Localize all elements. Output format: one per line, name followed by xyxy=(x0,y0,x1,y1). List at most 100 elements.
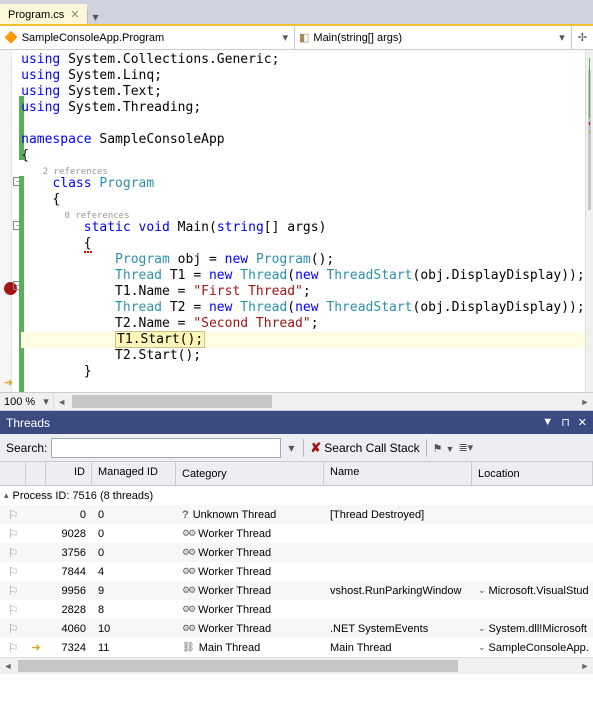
column-name[interactable]: Name xyxy=(324,462,472,485)
scrollbar-thumb[interactable] xyxy=(18,660,458,672)
separator xyxy=(426,439,427,457)
gear-icon: ⚙⚙ xyxy=(182,528,194,539)
thread-name: vshost.RunParkingWindow xyxy=(324,585,472,597)
button-label: Search Call Stack xyxy=(324,441,419,455)
chevron-down-icon[interactable]: ⌄ xyxy=(478,642,486,653)
flag-icon[interactable]: ⚐ xyxy=(8,527,19,541)
vertical-scrollbar[interactable] xyxy=(585,50,593,392)
gear-icon: ⚙⚙ xyxy=(182,623,194,634)
scroll-marker xyxy=(589,130,590,133)
gear-icon: ⚙⚙ xyxy=(182,566,194,577)
horizontal-scrollbar[interactable]: ◄ ► xyxy=(53,393,593,410)
flag-icon[interactable]: ⚐ xyxy=(8,584,19,598)
managed-id: 8 xyxy=(92,604,176,616)
chevron-down-icon[interactable]: ⌄ xyxy=(478,585,486,596)
thread-id: 2828 xyxy=(46,604,92,616)
scroll-left-icon[interactable]: ◄ xyxy=(0,658,16,674)
chevron-down-icon[interactable]: ▾ xyxy=(553,31,571,44)
managed-id: 9 xyxy=(92,585,176,597)
close-icon[interactable]: ✕ xyxy=(578,416,587,429)
flag-icon[interactable]: ⚐ xyxy=(8,508,19,522)
collapse-icon[interactable]: ▴ xyxy=(4,490,13,501)
scroll-right-icon[interactable]: ► xyxy=(577,393,593,410)
method-icon: ◧ xyxy=(299,31,309,44)
thread-icon: ⛓ xyxy=(182,642,195,653)
scroll-left-icon[interactable]: ◄ xyxy=(54,393,70,410)
code-text[interactable]: using System.Collections.Generic;using S… xyxy=(21,50,585,392)
thread-row[interactable]: ⚐406010⚙⚙ Worker Thread.NET SystemEvents… xyxy=(0,619,593,638)
group-button[interactable]: ≣▾ xyxy=(458,441,473,454)
flag-icon[interactable]: ⚐ xyxy=(8,622,19,636)
thread-category: ⚙⚙ Worker Thread xyxy=(176,604,324,616)
pin-icon[interactable]: ⊓ xyxy=(561,416,570,429)
search-call-stack-button[interactable]: ✘ Search Call Stack xyxy=(310,440,419,456)
window-position-icon[interactable]: ▼ xyxy=(542,416,553,429)
managed-id: 0 xyxy=(92,547,176,559)
thread-id: 9028 xyxy=(46,528,92,540)
column-location[interactable]: Location xyxy=(472,462,593,485)
thread-row[interactable]: ⚐78444⚙⚙ Worker Thread xyxy=(0,562,593,581)
thread-row[interactable]: ⚐37560⚙⚙ Worker Thread xyxy=(0,543,593,562)
class-selector[interactable]: 🔶 SampleConsoleApp.Program ▾ xyxy=(0,26,295,49)
tab-bar: Program.cs ✕ ▾ xyxy=(0,0,593,26)
flag-icon[interactable]: ⚐ xyxy=(8,546,19,560)
gear-icon: ⚙⚙ xyxy=(182,547,194,558)
thread-id: 0 xyxy=(46,509,92,521)
code-editor[interactable]: ➜ − − − using System.Collections.Generic… xyxy=(0,50,593,393)
threads-panel-header[interactable]: Threads ▼ ⊓ ✕ xyxy=(0,411,593,434)
thread-row[interactable]: ⚐99569⚙⚙ Worker Threadvshost.RunParkingW… xyxy=(0,581,593,600)
column-id[interactable]: ID xyxy=(46,462,92,485)
thread-row[interactable]: ⚐➜732411⛓ Main ThreadMain Thread⌄ Sample… xyxy=(0,638,593,657)
process-label: Process ID: 7516 (8 threads) xyxy=(13,490,154,502)
thread-row[interactable]: ⚐ 90280⚙⚙ Worker Thread xyxy=(0,524,593,543)
thread-name: [Thread Destroyed] xyxy=(324,509,472,521)
column-current[interactable] xyxy=(26,462,46,485)
method-selector[interactable]: ◧ Main(string[] args) ▾ ✢ xyxy=(295,26,593,49)
zoom-dropdown-icon[interactable]: ▾ xyxy=(39,395,53,408)
class-name: SampleConsoleApp.Program xyxy=(22,32,164,44)
flag-icon[interactable]: ⚐ xyxy=(8,603,19,617)
grid-body: ▴ Process ID: 7516 (8 threads) ⚐00? Unkn… xyxy=(0,486,593,657)
scroll-right-icon[interactable]: ► xyxy=(577,658,593,674)
flag-icon[interactable]: ⚐ xyxy=(8,565,19,579)
thread-location: ⌄ System.dll!Microsoft xyxy=(472,623,593,635)
thread-location: ⌄ SampleConsoleApp. xyxy=(472,642,593,654)
thread-location: ⌄ Microsoft.VisualStud xyxy=(472,585,593,597)
thread-id: 7324 xyxy=(46,642,92,654)
process-row[interactable]: ▴ Process ID: 7516 (8 threads) xyxy=(0,486,593,505)
scrollbar-thumb[interactable] xyxy=(72,395,272,408)
grid-header: ID Managed ID Category Name Location xyxy=(0,462,593,486)
flag-icon[interactable]: ⚐ xyxy=(8,641,19,655)
managed-id: 0 xyxy=(92,528,176,540)
scroll-marker xyxy=(589,58,590,118)
threads-toolbar: Search: ▾ ✘ Search Call Stack ≣▾ xyxy=(0,434,593,462)
split-icon[interactable]: ✢ xyxy=(571,26,593,49)
breakpoint-margin[interactable]: ➜ xyxy=(0,50,12,392)
navigation-bar: 🔶 SampleConsoleApp.Program ▾ ◧ Main(stri… xyxy=(0,26,593,50)
managed-id: 10 xyxy=(92,623,176,635)
flag-filter-button[interactable] xyxy=(433,441,455,455)
search-dropdown-icon[interactable]: ▾ xyxy=(285,441,297,455)
search-label: Search: xyxy=(6,441,47,455)
column-category[interactable]: Category xyxy=(176,462,324,485)
file-tab[interactable]: Program.cs ✕ xyxy=(0,4,87,24)
panel-horizontal-scrollbar[interactable]: ◄ ► xyxy=(0,657,593,674)
column-flag[interactable] xyxy=(0,462,26,485)
column-managed-id[interactable]: Managed ID xyxy=(92,462,176,485)
scroll-marker xyxy=(589,122,590,125)
thread-row[interactable]: ⚐00? Unknown Thread[Thread Destroyed] xyxy=(0,505,593,524)
thread-category: ? Unknown Thread xyxy=(176,509,324,521)
chevron-down-icon[interactable]: ▾ xyxy=(276,31,294,44)
method-name: Main(string[] args) xyxy=(313,32,402,44)
thread-category: ⚙⚙ Worker Thread xyxy=(176,528,324,540)
thread-category: ⛓ Main Thread xyxy=(176,642,324,654)
thread-row[interactable]: ⚐ 28288⚙⚙ Worker Thread xyxy=(0,600,593,619)
gear-icon: ⚙⚙ xyxy=(182,585,194,596)
chevron-down-icon[interactable]: ⌄ xyxy=(478,623,486,634)
thread-category: ⚙⚙ Worker Thread xyxy=(176,623,324,635)
close-icon[interactable]: ✕ xyxy=(70,8,79,21)
tab-dropdown-icon[interactable]: ▾ xyxy=(87,10,102,24)
search-input[interactable] xyxy=(51,438,281,458)
thread-id: 9956 xyxy=(46,585,92,597)
threads-grid: ID Managed ID Category Name Location ▴ P… xyxy=(0,462,593,657)
